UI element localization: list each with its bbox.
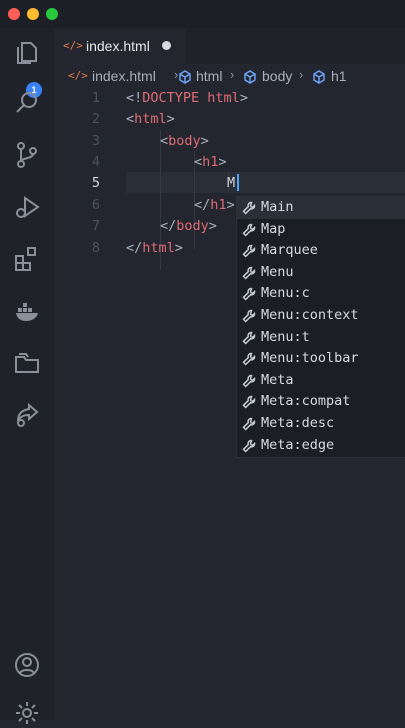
wrench-icon xyxy=(242,417,256,431)
line-number: 1 xyxy=(91,90,100,106)
suggestion-item[interactable]: Marquee xyxy=(237,240,405,262)
chevron-right-icon: › xyxy=(230,67,235,82)
wrench-icon xyxy=(242,331,256,345)
suggestion-item[interactable]: Meta:compat xyxy=(237,391,405,413)
wrench-icon xyxy=(242,309,256,323)
suggestion-label: Meta:edge xyxy=(261,436,335,453)
suggestion-label: Menu:toolbar xyxy=(261,350,359,367)
element-cube-icon xyxy=(313,70,325,84)
current-line-highlight xyxy=(126,172,405,193)
wrench-icon xyxy=(242,223,256,237)
minimize-window-button[interactable] xyxy=(27,8,39,20)
text-cursor xyxy=(237,174,239,191)
element-cube-icon xyxy=(179,70,191,84)
suggestion-item[interactable]: Meta:desc xyxy=(237,413,405,435)
activity-bar: 1 xyxy=(0,28,54,724)
wrench-icon xyxy=(242,288,256,301)
docker-icon[interactable] xyxy=(12,296,42,326)
code-line-7: </body> xyxy=(160,218,217,234)
code-line-5: M xyxy=(227,175,236,191)
suggestion-label: Map xyxy=(261,220,286,237)
chevron-right-icon: › xyxy=(299,67,304,82)
tab-index-html[interactable]: </> index.html xyxy=(54,28,186,64)
html-file-icon: </> xyxy=(68,69,88,82)
line-number: 3 xyxy=(91,133,100,149)
code-line-4: <h1> xyxy=(194,154,227,170)
suggestion-item[interactable]: Meta xyxy=(237,370,405,392)
code-line-1: <!DOCTYPE html> xyxy=(126,90,248,106)
unsaved-dot-icon[interactable] xyxy=(162,41,171,50)
breadcrumb: </> index.html › html › body › h1 xyxy=(54,64,405,88)
suggestion-item[interactable]: Menu:toolbar xyxy=(237,348,405,370)
wrench-icon xyxy=(242,374,256,388)
title-bar xyxy=(0,0,405,28)
code-line-6: </h1> xyxy=(194,197,235,213)
suggestion-item[interactable]: Main xyxy=(237,197,405,219)
element-cube-icon xyxy=(244,70,256,84)
breadcrumb-item[interactable]: html xyxy=(196,68,222,84)
explorer-icon[interactable] xyxy=(12,38,42,68)
line-number: 6 xyxy=(91,197,100,213)
code-line-3: <body> xyxy=(160,133,209,149)
wrench-icon xyxy=(242,244,256,258)
wrench-icon xyxy=(242,201,256,215)
extensions-icon[interactable] xyxy=(12,244,42,274)
line-number: 2 xyxy=(91,111,100,127)
account-icon[interactable] xyxy=(12,650,42,680)
suggestion-label: Marquee xyxy=(261,242,318,259)
breadcrumb-item[interactable]: body xyxy=(262,68,292,84)
tab-label: index.html xyxy=(86,38,150,54)
zoom-window-button[interactable] xyxy=(46,8,58,20)
code-line-8: </html> xyxy=(126,240,183,256)
suggestion-item[interactable]: Map xyxy=(237,219,405,241)
close-window-button[interactable] xyxy=(8,8,20,20)
live-share-icon[interactable] xyxy=(12,400,42,430)
settings-icon[interactable] xyxy=(12,698,42,728)
breadcrumb-item[interactable]: h1 xyxy=(331,68,347,84)
wrench-icon xyxy=(242,266,256,280)
suggestion-label: Menu xyxy=(261,263,294,280)
search-icon[interactable] xyxy=(12,88,42,118)
line-number-active: 5 xyxy=(91,175,100,191)
suggestion-label: Meta:compat xyxy=(261,393,351,410)
line-number: 4 xyxy=(91,154,100,170)
line-number: 7 xyxy=(91,218,100,234)
wrench-icon xyxy=(242,439,256,453)
suggestion-label: Menu:c xyxy=(261,285,310,302)
tab-bar: </> index.html xyxy=(54,28,405,64)
breadcrumb-file[interactable]: index.html xyxy=(92,68,156,84)
wrench-icon xyxy=(242,352,256,366)
suggestion-label: Menu:t xyxy=(261,328,310,345)
suggestion-item[interactable]: Menu:context xyxy=(237,305,405,327)
wrench-icon xyxy=(242,396,256,409)
suggestion-item[interactable]: Menu:t xyxy=(237,327,405,349)
suggestion-item[interactable]: Menu xyxy=(237,262,405,284)
remote-explorer-icon[interactable] xyxy=(12,348,42,378)
suggestion-label: Main xyxy=(261,199,294,215)
suggestion-item[interactable]: Meta:edge xyxy=(237,435,405,457)
html-file-icon: </> xyxy=(63,39,83,52)
suggestion-label: Menu:context xyxy=(261,307,359,323)
line-number: 8 xyxy=(91,240,100,256)
run-debug-icon[interactable] xyxy=(12,192,42,222)
suggestion-item[interactable]: Menu:c xyxy=(237,283,405,305)
suggestion-list[interactable]: Main Map Marquee Menu Menu:c Menu:context Menu… xyxy=(236,196,405,458)
suggestion-label: Meta xyxy=(261,371,294,388)
suggestion-label: Meta:desc xyxy=(261,415,335,431)
code-line-2: <html> xyxy=(126,111,175,127)
source-control-icon[interactable] xyxy=(12,140,42,170)
